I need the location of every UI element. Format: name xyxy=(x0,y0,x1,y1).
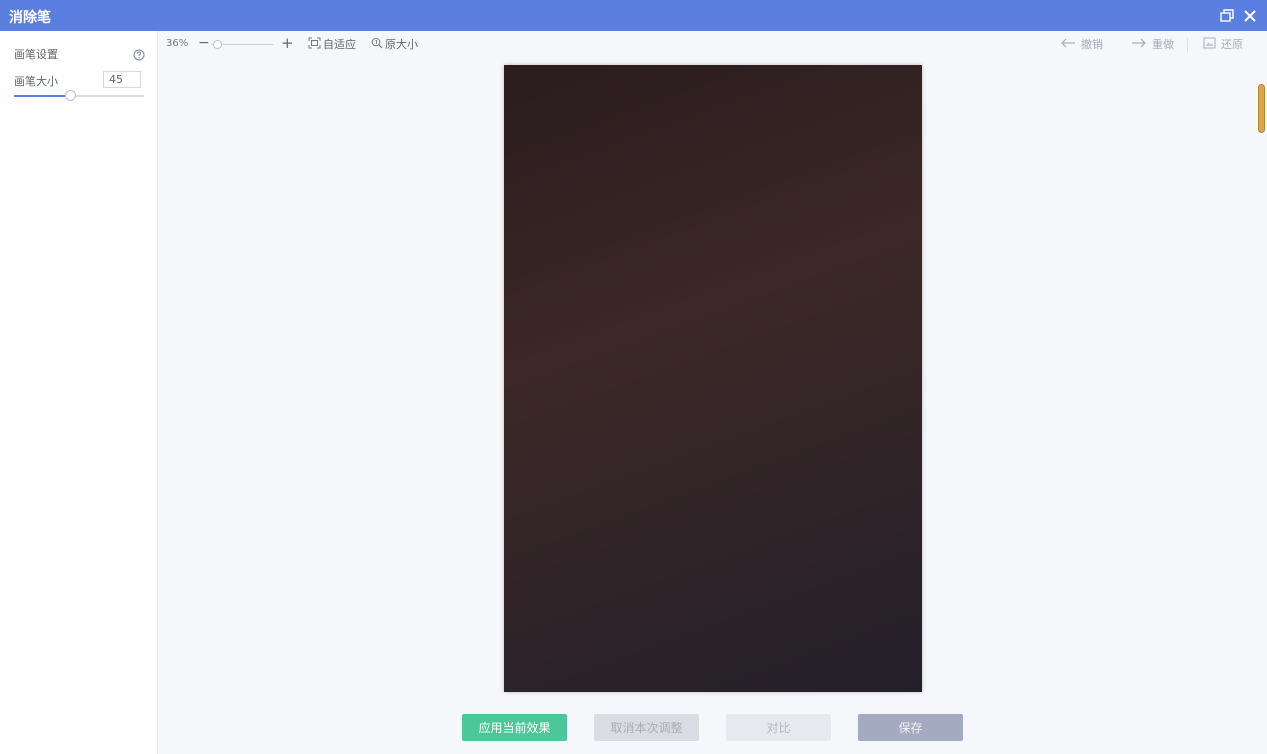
original-size-label: 原大小 xyxy=(385,38,418,51)
brush-size-label: 画笔大小 xyxy=(14,75,58,88)
cancel-adjustment-button[interactable]: 取消本次调整 xyxy=(594,714,699,741)
zoom-slider-thumb[interactable] xyxy=(213,40,222,49)
close-icon[interactable] xyxy=(1242,8,1258,24)
brush-settings-panel: 画笔设置 画笔大小 45 xyxy=(0,31,158,754)
fit-to-window-label: 自适应 xyxy=(323,38,356,51)
title-bar: 消除笔 xyxy=(0,0,1267,31)
window-title: 消除笔 xyxy=(9,10,51,26)
brush-size-slider-thumb[interactable] xyxy=(65,90,76,101)
save-button[interactable]: 保存 xyxy=(858,714,963,741)
undo-label: 撤销 xyxy=(1081,38,1103,51)
redo-button[interactable]: 重做 xyxy=(1131,36,1174,52)
arrow-right-icon xyxy=(1131,38,1152,51)
undo-button[interactable]: 撤销 xyxy=(1060,36,1103,52)
compare-button[interactable]: 对比 xyxy=(726,714,831,741)
restore-button[interactable]: 还原 xyxy=(1203,36,1243,52)
fit-to-window-button[interactable]: 自适应 xyxy=(308,36,356,52)
redo-label: 重做 xyxy=(1152,38,1174,51)
help-circle-icon[interactable] xyxy=(133,49,145,61)
image-restore-icon xyxy=(1203,37,1221,52)
apply-effect-button[interactable]: 应用当前效果 xyxy=(462,714,567,741)
magnifier-icon xyxy=(371,37,385,52)
window-restore-icon[interactable] xyxy=(1219,8,1235,24)
brush-size-slider-fill xyxy=(14,95,70,97)
scrollbar-handle[interactable] xyxy=(1258,84,1265,133)
zoom-out-button[interactable]: − xyxy=(198,35,210,51)
toolbar-divider xyxy=(1187,38,1188,52)
photo-canvas[interactable] xyxy=(504,65,922,692)
original-size-button[interactable]: 原大小 xyxy=(371,36,418,52)
restore-label: 还原 xyxy=(1221,38,1243,51)
zoom-in-button[interactable]: + xyxy=(281,34,294,52)
brush-size-input[interactable]: 45 xyxy=(103,71,141,88)
fit-screen-icon xyxy=(308,37,323,52)
arrow-left-icon xyxy=(1060,38,1081,51)
brush-settings-title: 画笔设置 xyxy=(14,48,58,61)
zoom-level: 36% xyxy=(166,38,189,49)
